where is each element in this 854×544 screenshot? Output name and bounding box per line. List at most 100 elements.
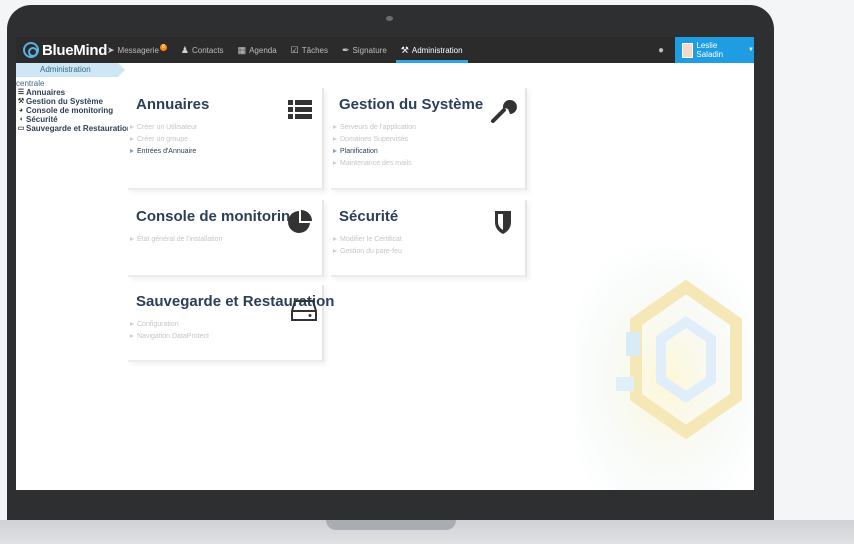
drive-icon: ▭ [17,125,25,132]
nav-label: Messagerie [117,45,159,55]
card-links: État général de l'installation [130,234,222,246]
chat-icon[interactable]: ● [658,45,664,56]
link-domaines[interactable]: Domaines Supervisés [333,134,416,146]
triangle-bullet-icon [130,149,134,154]
card-links: Configuration Navigation DataProtect [130,319,209,343]
calendar-icon: ▦ [237,44,247,55]
triangle-bullet-icon [333,161,337,166]
link-label: Gestion du pare-feu [340,248,402,255]
nav-label: Tâches [301,45,328,55]
link-label: Créer un groupe [137,136,188,143]
logo-icon [23,42,39,58]
link-entrees-annuaire[interactable]: Entrées d'Annuaire [130,146,197,158]
background-logo-watermark [576,247,754,490]
list-icon [288,100,312,119]
caret-down-icon: ▼ [748,47,754,53]
card-securite: Sécurité Modifier le Certificat Gestion … [331,200,527,277]
triangle-bullet-icon [333,137,337,142]
nav-agenda[interactable]: ▦ Agenda [231,37,284,63]
sidebar-item-label: Gestion du Système [26,97,103,106]
triangle-bullet-icon [333,125,337,130]
sidebar-item-monitoring[interactable]: ◕ Console de monitoring [17,106,132,115]
card-title[interactable]: Sécurité [339,208,398,225]
triangle-bullet-icon [333,249,337,254]
shield-icon [495,211,511,234]
top-navbar: BlueMind ➤ Messagerie 8 ♟ Contacts ▦ Age… [16,37,754,63]
sidebar-item-label: Console de monitoring [26,106,114,115]
sidebar-item-label: Annuaires [26,88,66,97]
camera-dot [386,16,393,21]
link-label: Modifier le Certificat [340,236,402,243]
nav-label: Contacts [191,45,224,55]
main-nav: ➤ Messagerie 8 ♟ Contacts ▦ Agenda ☑ Tâc… [100,37,470,63]
link-label: Domaines Supervisés [340,136,409,143]
drive-icon [291,300,317,321]
triangle-bullet-icon [130,322,134,327]
breadcrumb[interactable]: Administration centrale [16,63,125,88]
sidebar-item-sauvegarde[interactable]: ▭ Sauvegarde et Restauration [17,124,132,133]
card-title[interactable]: Gestion du Système [339,96,483,113]
link-label: Créer un Utilisateur [137,124,198,131]
list-icon: ☰ [17,89,25,96]
sidebar: ☰ Annuaires ⚒ Gestion du Système ◕ Conso… [17,88,132,133]
user-menu[interactable]: Leslie Saladin ▼ [675,37,754,63]
triangle-bullet-icon [130,125,134,130]
link-creer-utilisateur[interactable]: Créer un Utilisateur [130,122,197,134]
link-label: Navigation DataProtect [137,333,209,340]
link-serveurs[interactable]: Serveurs de l'application [333,122,416,134]
app-screen: BlueMind ➤ Messagerie 8 ♟ Contacts ▦ Age… [16,37,754,490]
user-name: Leslie Saladin [696,41,724,59]
link-dataprotect[interactable]: Navigation DataProtect [130,331,209,343]
nav-taches[interactable]: ☑ Tâches [284,37,335,63]
sidebar-item-annuaires[interactable]: ☰ Annuaires [17,88,132,97]
card-links: Modifier le Certificat Gestion du pare-f… [333,234,402,258]
link-label: Planification [340,148,378,155]
link-label: Entrées d'Annuaire [137,148,197,155]
link-planification[interactable]: Planification [333,146,416,158]
nav-label: Administration [411,45,463,55]
shield-icon: ◖ [18,116,24,123]
link-etat-general[interactable]: État général de l'installation [130,234,222,246]
sidebar-item-label: Sécurité [26,115,58,124]
link-label: Serveurs de l'application [340,124,417,131]
triangle-bullet-icon [333,237,337,242]
triangle-bullet-icon [130,137,134,142]
card-annuaires: Annuaires Créer un Utilisateur Créer un … [128,88,324,190]
laptop-notch [326,520,456,530]
nav-signature[interactable]: ✒ Signature [335,37,394,63]
link-maintenance[interactable]: Maintenance des mails [333,158,416,170]
card-gestion-systeme: Gestion du Système Serveurs de l'applica… [331,88,527,190]
link-label: Configuration [137,321,179,328]
card-title[interactable]: Annuaires [136,96,209,113]
avatar [682,42,694,58]
card-title[interactable]: Console de monitoring [136,208,299,225]
card-links: Serveurs de l'application Domaines Super… [333,122,416,170]
link-pare-feu[interactable]: Gestion du pare-feu [333,246,402,258]
card-links: Créer un Utilisateur Créer un groupe Ent… [130,122,197,158]
sidebar-item-label: Sauvegarde et Restauration [26,124,132,133]
link-label: État général de l'installation [137,236,223,243]
triangle-bullet-icon [130,237,134,242]
card-monitoring: Console de monitoring État général de l'… [128,200,324,277]
link-creer-groupe[interactable]: Créer un groupe [130,134,197,146]
nav-messagerie[interactable]: ➤ Messagerie 8 [100,37,174,63]
triangle-bullet-icon [333,149,337,154]
contacts-icon: ♟ [180,44,189,55]
wrench-icon: ⚒ [400,44,409,55]
link-configuration[interactable]: Configuration [130,319,209,331]
pen-icon: ✒ [341,44,350,55]
bluemind-logo[interactable]: BlueMind [23,41,107,59]
link-label: Maintenance des mails [340,160,412,167]
paper-plane-icon: ➤ [107,44,115,55]
sidebar-item-systeme[interactable]: ⚒ Gestion du Système [17,97,132,106]
card-sauvegarde: Sauvegarde et Restauration Configuration… [128,285,334,362]
link-certificat[interactable]: Modifier le Certificat [333,234,402,246]
nav-administration[interactable]: ⚒ Administration [394,37,470,63]
pie-chart-icon: ◕ [18,107,24,114]
sidebar-item-securite[interactable]: ◖ Sécurité [17,115,132,124]
unread-badge: 8 [159,43,167,51]
nav-contacts[interactable]: ♟ Contacts [174,37,231,63]
tasks-icon: ☑ [290,44,299,55]
pie-chart-icon [288,210,312,233]
wrench-icon: ⚒ [17,98,25,105]
